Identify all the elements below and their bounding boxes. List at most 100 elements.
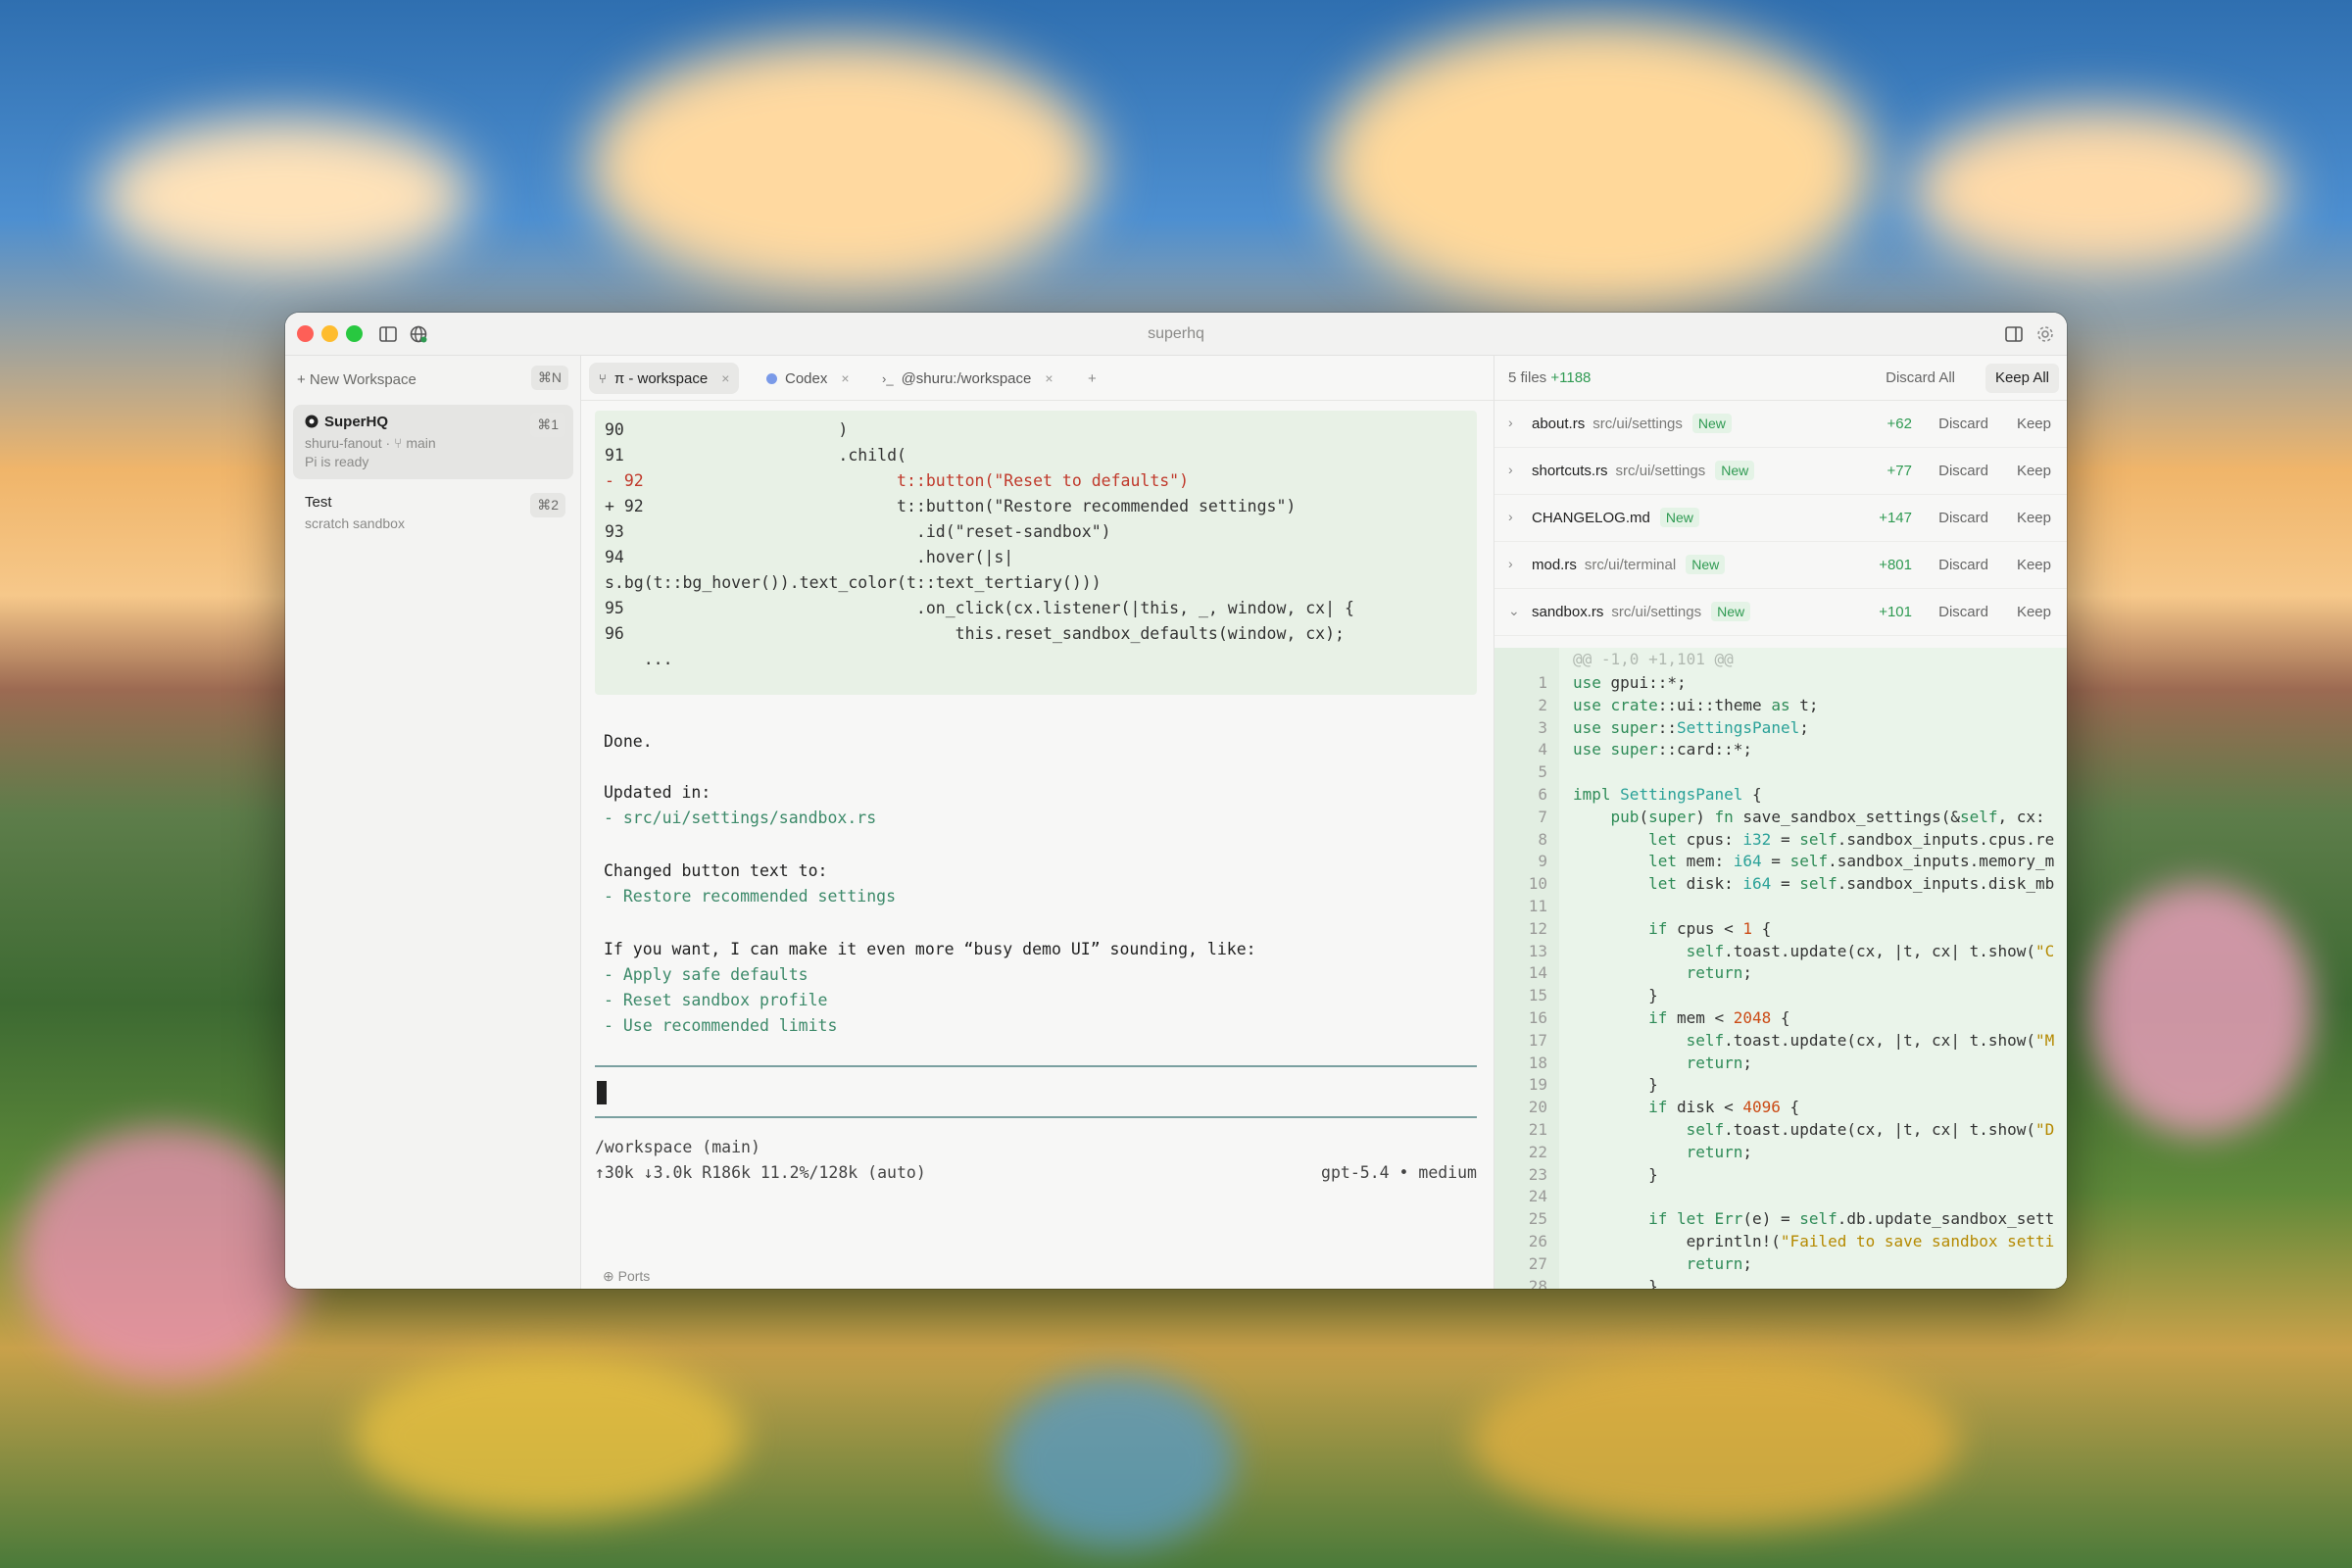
discard-button[interactable]: Discard bbox=[1938, 463, 1988, 479]
diff-line: 12 if cpus < 1 { bbox=[1528, 918, 1772, 938]
diff-line: 3 use super::SettingsPanel; bbox=[1538, 717, 1809, 737]
code-line: 96 this.reset_sandbox_defaults(window, c… bbox=[605, 624, 1345, 643]
diff-line: 16 if mem < 2048 { bbox=[1528, 1008, 1790, 1027]
diff-line: 2 use crate::ui::theme as t; bbox=[1538, 695, 1819, 714]
tab-codex[interactable]: Codex × bbox=[757, 363, 859, 394]
sidebar: + New Workspace ⌘N SuperHQ ⌘1 shuru-fano… bbox=[285, 356, 581, 1289]
message-option: - Apply safe defaults bbox=[604, 965, 808, 984]
code-line: s.bg(t::bg_hover()).text_color(t::text_t… bbox=[605, 573, 1102, 592]
workspace-branch: shuru-fanout · ⑂ main bbox=[305, 435, 436, 451]
message-updated-in: Updated in: bbox=[604, 783, 711, 802]
diff-line: 10 let disk: i64 = self.sandbox_inputs.d… bbox=[1528, 874, 2055, 894]
diff-line: 25 if let Err(e) = self.db.update_sandbo… bbox=[1528, 1209, 2055, 1229]
diff-line: 22 return; bbox=[1528, 1142, 1753, 1161]
message-option: - Reset sandbox profile bbox=[604, 991, 828, 1009]
status-model: gpt-5.4 • medium bbox=[1321, 1163, 1477, 1182]
close-tab-icon[interactable]: × bbox=[841, 370, 849, 386]
terminal-icon: ›_ bbox=[882, 370, 894, 386]
message-option: - Use recommended limits bbox=[604, 1016, 838, 1035]
diff-line: 27 return; bbox=[1528, 1253, 1753, 1273]
status-tokens: ↑30k ↓3.0k R186k 11.2%/128k (auto) bbox=[595, 1163, 926, 1182]
discard-button[interactable]: Discard bbox=[1938, 510, 1988, 526]
file-diff-view: @@ -1,0 +1,101 @@ 1 use gpui::*;2 use crat… bbox=[1494, 648, 2067, 1289]
code-line: 95 .on_click(cx.listener(|this, _, windo… bbox=[605, 599, 1354, 617]
chevron-right-icon: › bbox=[1508, 462, 1513, 477]
diff-line: 14 return; bbox=[1528, 963, 1753, 983]
code-line: 90 ) bbox=[605, 420, 849, 439]
ports-button[interactable]: ⊕ Ports bbox=[603, 1268, 650, 1285]
diff-line: 20 if disk < 4096 { bbox=[1528, 1098, 1800, 1117]
code-line-added: + 92 t::button("Restore recommended sett… bbox=[605, 497, 1297, 515]
keep-all-button[interactable]: Keep All bbox=[1984, 364, 2059, 393]
close-tab-icon[interactable]: × bbox=[721, 370, 729, 386]
input-top-divider bbox=[595, 1065, 1477, 1067]
changed-file-row[interactable]: › mod.rs src/ui/terminal New +801 Discard … bbox=[1494, 542, 2067, 589]
panel-toggle-icon[interactable] bbox=[2004, 324, 2024, 344]
diff-hunk-header: @@ -1,0 +1,101 @@ bbox=[1573, 650, 1734, 668]
diff-line: 1 use gpui::*; bbox=[1538, 673, 1687, 692]
message-updated-file: - src/ui/settings/sandbox.rs bbox=[604, 808, 877, 827]
code-diff-block: 90 ) 91 .child( - 92 t::button("Reset to… bbox=[595, 411, 1477, 695]
diff-line: 7 pub(super) fn save_sandbox_settings(&s… bbox=[1538, 807, 2045, 826]
message-changed-value: - Restore recommended settings bbox=[604, 887, 897, 906]
changes-panel: 5 files +1188 Discard All Keep All › abo… bbox=[1494, 356, 2067, 1289]
diff-line: 5 bbox=[1538, 762, 1547, 782]
prompt-input-cursor[interactable] bbox=[597, 1081, 607, 1104]
message-done: Done. bbox=[604, 732, 653, 751]
keep-button[interactable]: Keep bbox=[2017, 416, 2051, 432]
tab-label: @shuru:/workspace bbox=[901, 369, 1032, 387]
codex-dot-icon bbox=[766, 372, 777, 384]
settings-gear-icon[interactable] bbox=[2035, 324, 2055, 344]
changed-file-row[interactable]: › CHANGELOG.md New +147 Discard Keep bbox=[1494, 495, 2067, 542]
diff-line: 18 return; bbox=[1528, 1053, 1753, 1072]
workspace-status: Pi is ready bbox=[305, 454, 369, 469]
tab-pi-workspace[interactable]: ⑂ π - workspace × bbox=[589, 363, 740, 394]
title-bar: superhq bbox=[285, 313, 2067, 356]
agent-panel: ⑂ π - workspace × Codex × ›_ @shuru:/wor… bbox=[581, 356, 1494, 1289]
workspace-status: scratch sandbox bbox=[305, 515, 405, 531]
keep-button[interactable]: Keep bbox=[2017, 604, 2051, 620]
window-title: superhq bbox=[1148, 325, 1204, 342]
close-tab-icon[interactable]: × bbox=[1045, 370, 1053, 386]
app-window: superhq + New Workspace ⌘N SuperHQ ⌘1 sh… bbox=[285, 313, 2067, 1289]
changed-file-row[interactable]: › shortcuts.rs src/ui/settings New +77 Dis… bbox=[1494, 448, 2067, 495]
diff-line: 23 } bbox=[1528, 1164, 1658, 1184]
new-workspace-shortcut: ⌘N bbox=[530, 366, 568, 390]
tab-label: π - workspace bbox=[613, 369, 709, 387]
keep-button[interactable]: Keep bbox=[2017, 557, 2051, 573]
workspace-name: Test bbox=[305, 494, 332, 511]
changes-header: 5 files +1188 Discard All Keep All bbox=[1494, 356, 2067, 401]
code-line: 93 .id("reset-sandbox") bbox=[605, 522, 1111, 541]
diff-line: 21 self.toast.update(cx, |t, cx| t.show(… bbox=[1528, 1120, 2055, 1139]
diff-line: 26 eprintln!("Failed to save sandbox set… bbox=[1528, 1232, 2055, 1250]
diff-line: 11 bbox=[1528, 897, 1547, 915]
code-line: 91 .child( bbox=[605, 446, 906, 465]
diff-line: 6 impl SettingsPanel { bbox=[1538, 785, 1762, 804]
diff-line: 24 bbox=[1528, 1187, 1547, 1206]
keep-button[interactable]: Keep bbox=[2017, 510, 2051, 526]
workspace-name: SuperHQ bbox=[324, 414, 389, 430]
message-changed-text: Changed button text to: bbox=[604, 861, 828, 880]
diff-line: 17 self.toast.update(cx, |t, cx| t.show(… bbox=[1528, 1030, 2055, 1050]
changed-file-row[interactable]: › about.rs src/ui/settings New +62 Discard… bbox=[1494, 401, 2067, 448]
workspace-item-superhq[interactable]: SuperHQ ⌘1 shuru-fanout · ⑂ main Pi is r… bbox=[293, 405, 573, 479]
diff-line: 15 } bbox=[1528, 986, 1658, 1005]
discard-button[interactable]: Discard bbox=[1938, 416, 1988, 432]
pi-icon: ⑂ bbox=[599, 370, 607, 386]
keep-button[interactable]: Keep bbox=[2017, 463, 2051, 479]
add-tab-button[interactable]: + bbox=[1078, 363, 1106, 394]
new-workspace-button[interactable]: + New Workspace bbox=[297, 371, 416, 388]
tab-shuru-workspace[interactable]: ›_ @shuru:/workspace × bbox=[872, 363, 1063, 394]
code-line-removed: - 92 t::button("Reset to defaults") bbox=[605, 471, 1190, 490]
chevron-down-icon: ⌄ bbox=[1508, 603, 1520, 618]
discard-button[interactable]: Discard bbox=[1938, 557, 1988, 573]
chevron-right-icon: › bbox=[1508, 509, 1513, 524]
workspace-item-test[interactable]: Test ⌘2 scratch sandbox bbox=[293, 485, 573, 540]
changes-summary: 5 files +1188 bbox=[1508, 369, 1592, 386]
changed-file-row-expanded[interactable]: ⌄ sandbox.rs src/ui/settings New +101 Disc… bbox=[1494, 589, 2067, 636]
status-cwd: /workspace (main) bbox=[595, 1138, 760, 1156]
workspace-shortcut: ⌘1 bbox=[530, 413, 565, 437]
code-ellipsis: ... bbox=[605, 650, 673, 668]
discard-button[interactable]: Discard bbox=[1938, 604, 1988, 620]
discard-all-button[interactable]: Discard All bbox=[1876, 364, 1965, 393]
